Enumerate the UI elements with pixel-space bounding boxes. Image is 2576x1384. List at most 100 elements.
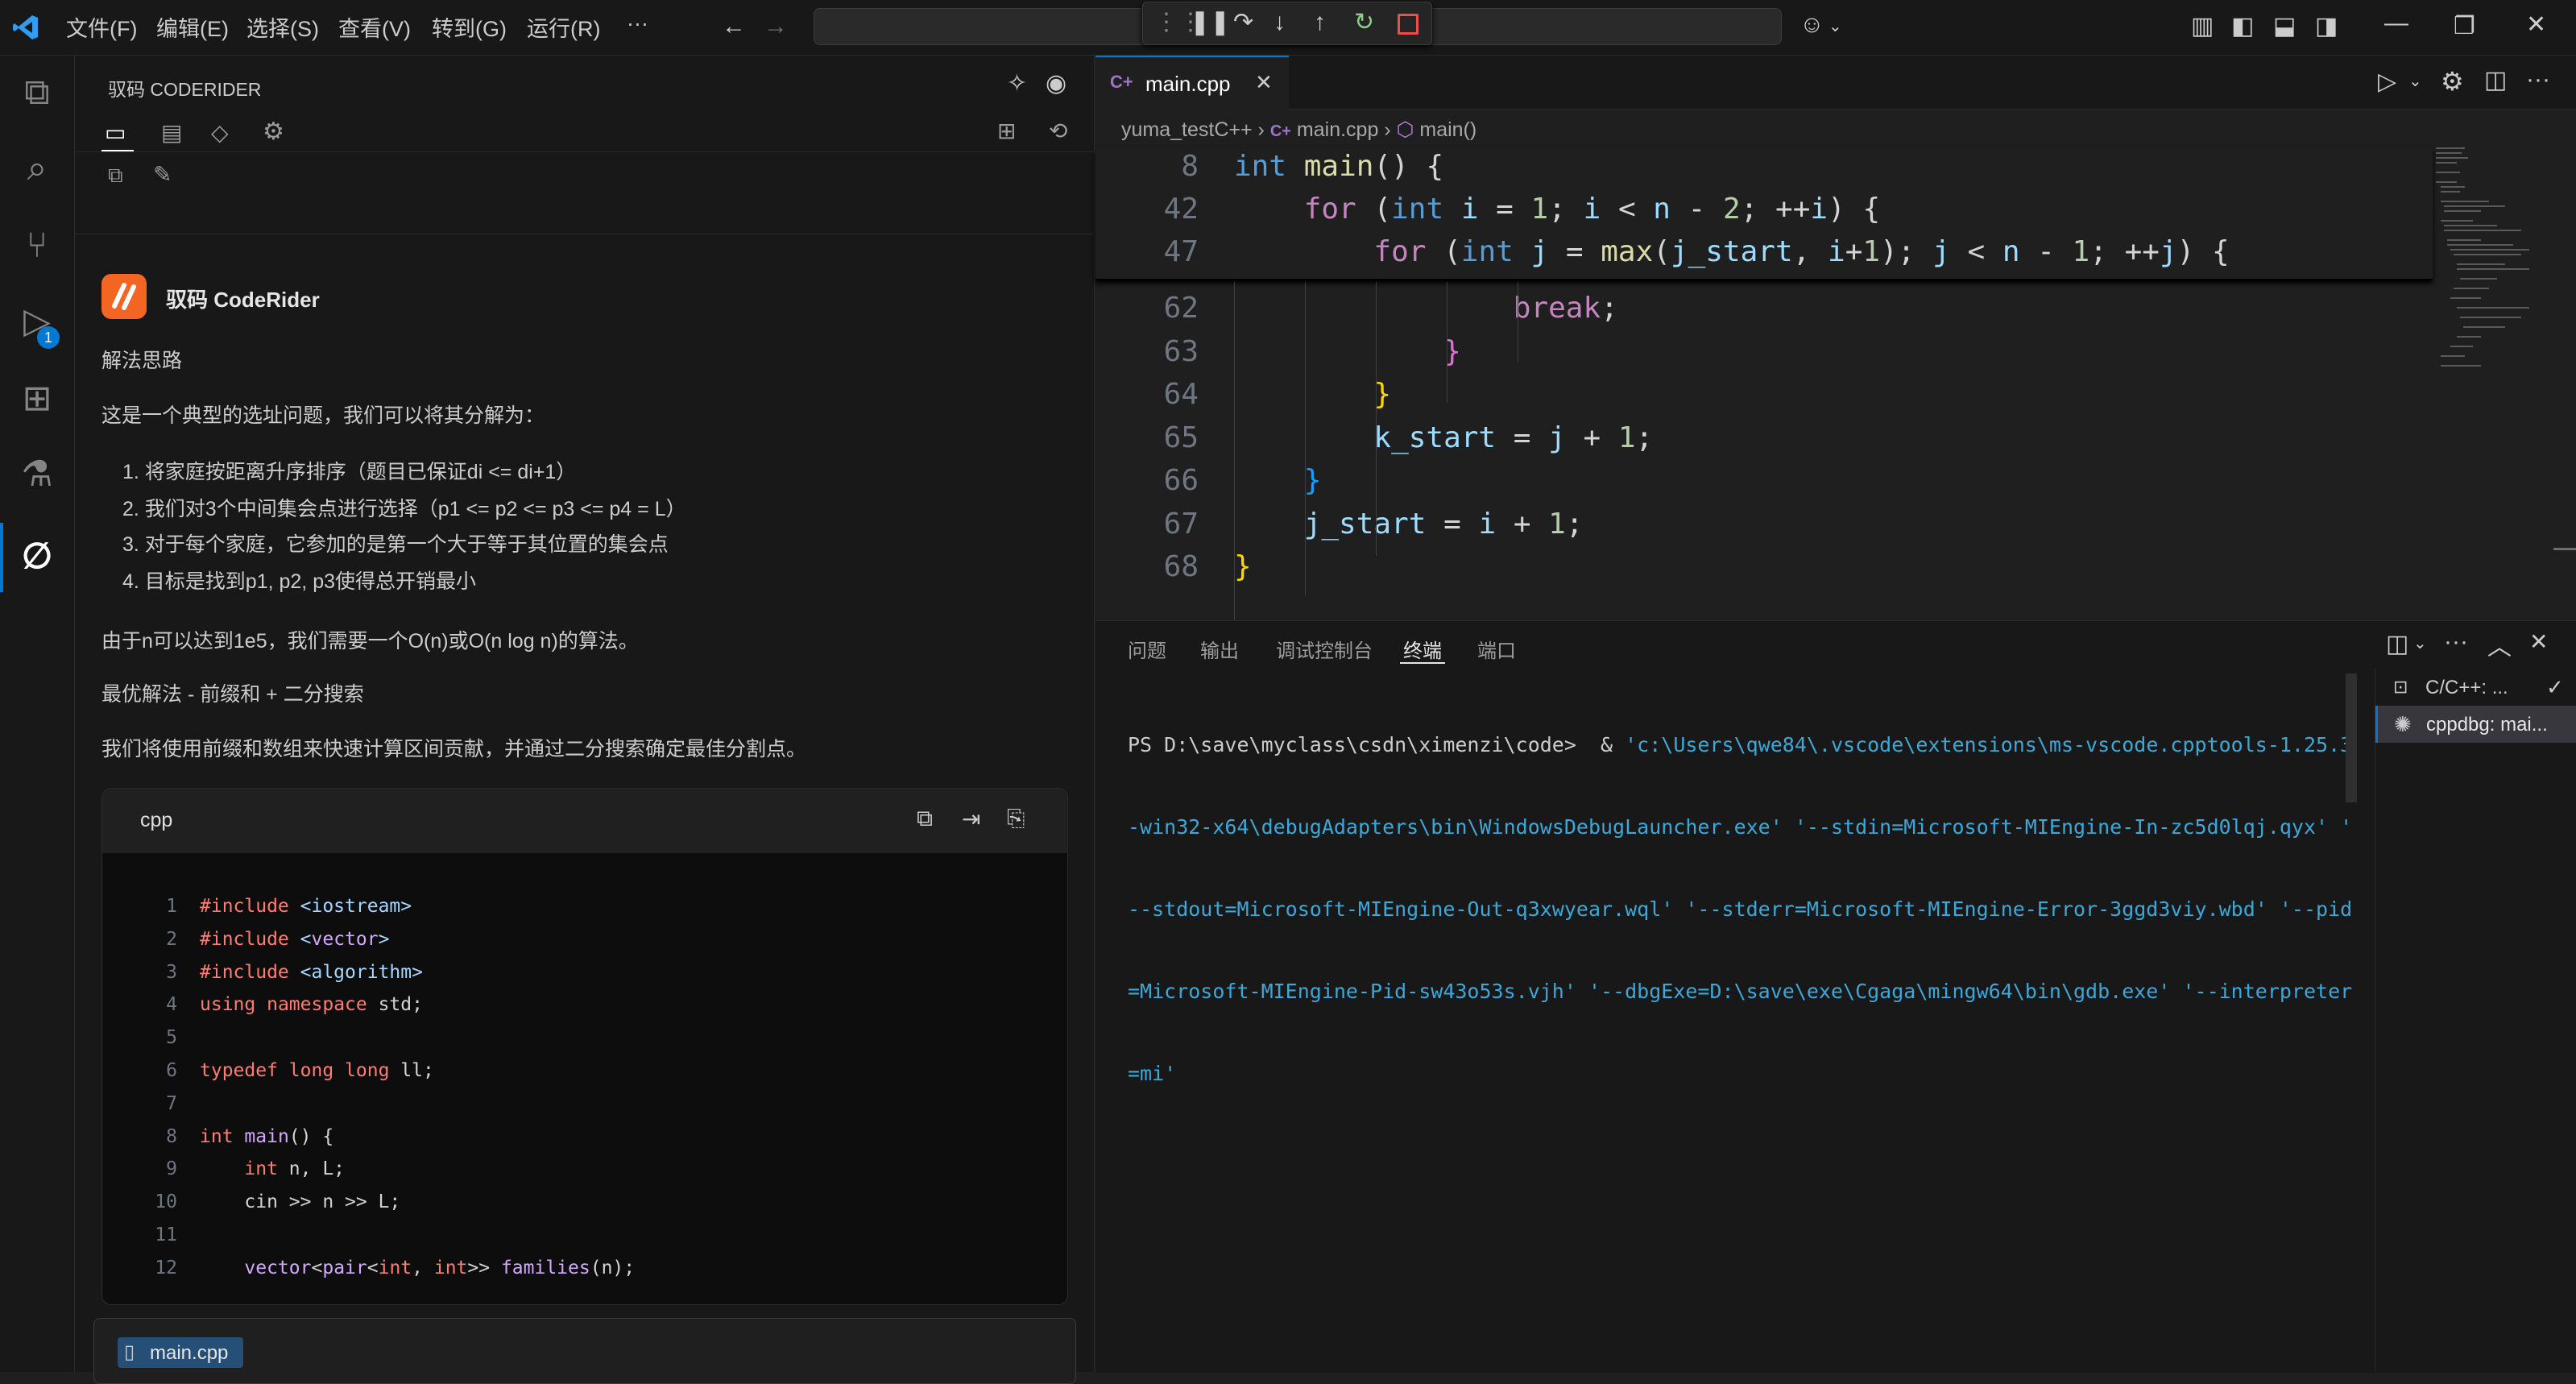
toggle-panel-icon[interactable]: ⬓ xyxy=(2273,15,2296,39)
code-line[interactable]: } xyxy=(1234,378,1391,411)
edit-pencil-icon[interactable]: ✎ xyxy=(153,161,172,188)
copilot-icon[interactable]: ☺ xyxy=(1799,13,1824,37)
menu-more[interactable]: ··· xyxy=(627,11,648,36)
indent-guide xyxy=(1234,282,1235,620)
code-line[interactable]: } xyxy=(1234,550,1252,583)
split-terminal-icon[interactable]: ◫ xyxy=(2386,630,2408,658)
breadcrumb-symbol[interactable]: main() xyxy=(1419,118,1476,141)
restore-icon[interactable]: ❐ xyxy=(2454,15,2475,39)
restart-icon[interactable]: ↻ xyxy=(1354,10,1374,35)
activity-bar: ⧉ ⌕ ⑂ ▷ 1 ⊞ ⚗ ∅ xyxy=(0,56,75,1372)
explorer-icon[interactable]: ⧉ xyxy=(13,68,61,117)
file-icon: ▯ xyxy=(124,1341,135,1363)
insert-code-icon[interactable]: ⇥ xyxy=(962,806,980,832)
toggle-sidebar-icon[interactable]: ◧ xyxy=(2231,15,2254,39)
account-icon[interactable]: ◉ xyxy=(1046,69,1066,97)
terminal-dropdown-icon[interactable]: ⌄ xyxy=(2413,633,2427,653)
tab-main-cpp[interactable]: C+ main.cpp ✕ xyxy=(1095,56,1289,111)
terminal-list-item[interactable]: ⊡ C/C++: ... ✓ xyxy=(2375,669,2576,706)
terminal-list-item-active[interactable]: ✺ cppdbg: mai... xyxy=(2375,706,2576,743)
code-line[interactable]: k_start = j + 1; xyxy=(1234,421,1653,454)
sticky-code-line[interactable]: int main() { xyxy=(1234,150,1443,183)
code-line[interactable]: break; xyxy=(1234,292,1618,325)
code-block-line: #include <algorithm> xyxy=(200,961,423,983)
chevron-down-icon[interactable]: ⌄ xyxy=(1828,15,1842,39)
menu-run[interactable]: 运行(R) xyxy=(527,11,600,43)
terminal-output[interactable]: PS D:\save\myclass\csdn\ximenzi\code> & … xyxy=(1128,677,2352,1115)
title-bar: 文件(F) 编辑(E) 选择(S) 查看(V) 转到(G) 运行(R) ··· … xyxy=(0,0,2576,56)
step-into-icon[interactable]: ↓ xyxy=(1274,10,1286,35)
code-line[interactable]: } xyxy=(1234,464,1322,497)
menu-edit[interactable]: 编辑(E) xyxy=(156,11,229,43)
toggle-secondary-sidebar-icon[interactable]: ◨ xyxy=(2315,15,2338,39)
code-line[interactable]: j_start = i + 1; xyxy=(1234,508,1584,541)
intro-text: 这是一个典型的选址问题，我们可以将其分解为： xyxy=(101,404,545,427)
minimap[interactable] xyxy=(2433,145,2562,387)
chevron-right-icon: › xyxy=(1384,118,1397,141)
sticky-code-line[interactable]: for (int i = 1; i < n - 2; ++i) { xyxy=(1234,193,1880,226)
copy-icon[interactable]: ⧉ xyxy=(108,163,123,189)
menu-file[interactable]: 文件(F) xyxy=(66,11,137,43)
terminal-tab-underline xyxy=(1400,662,1445,664)
testing-icon[interactable]: ⚗ xyxy=(13,450,61,499)
back-arrow-icon[interactable]: ← xyxy=(722,15,746,39)
terminal-scrollbar[interactable] xyxy=(2346,673,2357,802)
code-block-line: cin >> n >> L; xyxy=(200,1191,401,1213)
debug-bug-icon: ✺ xyxy=(2394,712,2412,736)
indent-guide xyxy=(1376,282,1377,556)
customize-layout-icon[interactable]: ▥ xyxy=(2191,15,2214,39)
code-block-line-number: 3 xyxy=(166,961,177,983)
settings-gear-icon[interactable]: ⚙ xyxy=(263,118,284,146)
sticky-code-line[interactable]: for (int j = max(j_start, i+1); j < n - … xyxy=(1234,235,2229,268)
breadcrumb-file[interactable]: main.cpp xyxy=(1297,118,1378,141)
chat-tab-icon[interactable]: ▭ xyxy=(105,119,126,146)
terminal-name: cppdbg: mai... xyxy=(2426,714,2548,736)
tab-output[interactable]: 输出 xyxy=(1200,635,1239,663)
attached-file-name: main.cpp xyxy=(150,1342,229,1364)
step-out-icon[interactable]: ↑ xyxy=(1314,10,1326,35)
tab-terminal[interactable]: 终端 xyxy=(1403,635,1442,663)
split-editor-icon[interactable]: ◫ xyxy=(2484,66,2507,94)
code-block-line: int main() { xyxy=(200,1125,334,1147)
close-window-icon[interactable]: ✕ xyxy=(2526,13,2546,37)
editor-more-icon[interactable]: ··· xyxy=(2526,66,2550,93)
copy-code-icon[interactable]: ⧉ xyxy=(917,806,933,832)
step-over-icon[interactable]: ↷ xyxy=(1233,10,1253,35)
close-panel-icon[interactable]: ✕ xyxy=(2529,628,2548,655)
code-block-body: 1 #include <iostream> 2 #include <vector> 3 #… xyxy=(102,854,1066,1302)
coderider-icon[interactable]: ∅ xyxy=(13,532,61,581)
code-line[interactable]: } xyxy=(1234,335,1461,368)
code-block-line: typedef long long ll; xyxy=(200,1060,434,1081)
breadcrumb: yuma_testC++ › C+ main.cpp › ⬡ main() xyxy=(1121,118,1476,142)
run-dropdown-icon[interactable]: ⌄ xyxy=(2408,71,2422,91)
clipboard-icon[interactable]: ▤ xyxy=(161,119,182,146)
sparkle-icon[interactable]: ✧ xyxy=(1007,69,1027,97)
run-file-icon[interactable]: ▷ xyxy=(2378,68,2396,96)
extensions-icon[interactable]: ⊞ xyxy=(13,375,61,423)
attached-file-chip[interactable]: ▯ main.cpp xyxy=(118,1337,243,1368)
history-icon[interactable]: ⟲ xyxy=(1049,118,1067,144)
code-block-line-number: 10 xyxy=(155,1191,177,1213)
line-number: 47 xyxy=(1163,235,1199,268)
tab-problems[interactable]: 问题 xyxy=(1128,635,1166,663)
breadcrumb-folder[interactable]: yuma_testC++ xyxy=(1121,118,1253,141)
source-control-icon[interactable]: ⑂ xyxy=(13,222,61,270)
line-number: 66 xyxy=(1163,464,1199,497)
close-tab-icon[interactable]: ✕ xyxy=(1255,70,1273,95)
gitlab-icon[interactable]: ◇ xyxy=(211,119,229,146)
menu-view[interactable]: 查看(V) xyxy=(338,11,411,43)
minimize-icon[interactable]: — xyxy=(2384,11,2408,35)
tab-ports[interactable]: 端口 xyxy=(1477,635,1516,663)
pause-icon[interactable]: ❚❚ xyxy=(1190,10,1230,35)
search-icon[interactable]: ⌕ xyxy=(13,144,61,193)
tab-debug-console[interactable]: 调试控制台 xyxy=(1276,635,1373,663)
forward-arrow-icon[interactable]: → xyxy=(764,15,788,39)
new-chat-icon[interactable]: ⊞ xyxy=(997,118,1016,144)
stop-icon[interactable] xyxy=(1398,14,1418,35)
menu-go[interactable]: 转到(G) xyxy=(432,11,507,43)
panel-more-icon[interactable]: ··· xyxy=(2444,628,2468,656)
maximize-panel-icon[interactable]: ︿ xyxy=(2487,627,2512,662)
menu-selection[interactable]: 选择(S) xyxy=(246,11,319,43)
editor-settings-icon[interactable]: ⚙ xyxy=(2441,66,2464,97)
new-file-icon[interactable]: ⎘ xyxy=(1007,806,1025,832)
